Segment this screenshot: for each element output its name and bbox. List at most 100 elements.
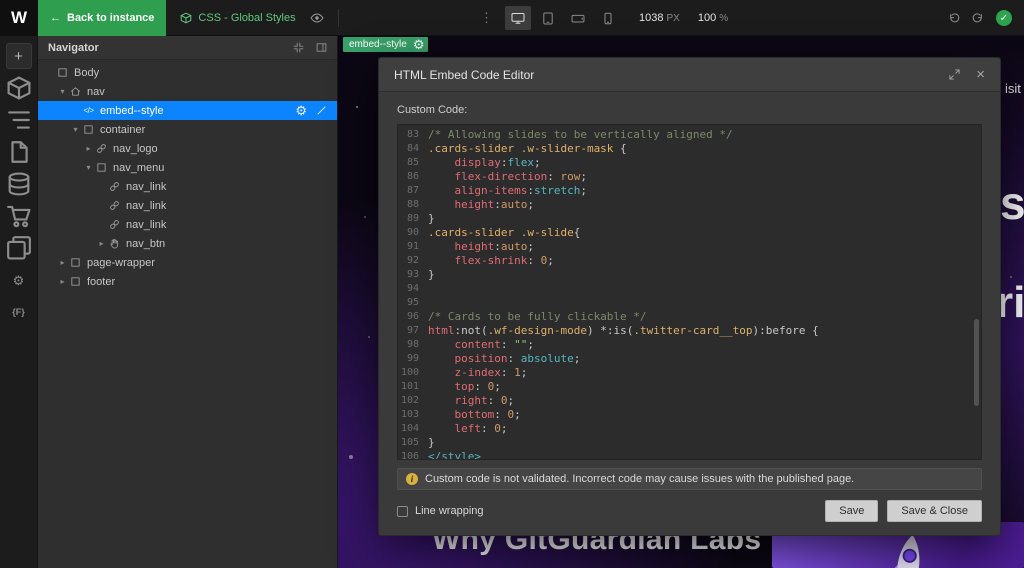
- breakpoint-monitor-button[interactable]: [505, 6, 531, 30]
- zoom-indicator[interactable]: 100%: [698, 12, 728, 24]
- line-wrapping-checkbox[interactable]: [397, 505, 408, 517]
- preview-eye-icon[interactable]: [310, 13, 324, 23]
- tree-item-label: nav_logo: [113, 142, 158, 155]
- tree-item-label: nav_link: [126, 199, 167, 212]
- modal-header: HTML Embed Code Editor ×: [379, 58, 1000, 92]
- save-close-button[interactable]: Save & Close: [887, 500, 982, 522]
- html-embed-editor-modal: HTML Embed Code Editor × Custom Code: 83…: [378, 57, 1001, 536]
- more-options-icon[interactable]: ⋮: [480, 9, 493, 27]
- canvas-width-indicator[interactable]: 1038 PX: [639, 12, 680, 24]
- line-number: 83: [406, 129, 419, 140]
- settings-icon[interactable]: ⚙: [6, 267, 32, 293]
- tree-expand-icon[interactable]: ▸: [57, 277, 68, 286]
- code-content: bottom: 0;: [454, 408, 521, 421]
- ecommerce-icon[interactable]: [6, 203, 32, 229]
- link-icon: [107, 200, 122, 211]
- embed-icon: </>: [83, 105, 94, 115]
- tree-expand-icon[interactable]: ▸: [96, 239, 107, 248]
- code-line: 104 left: 0;: [398, 422, 981, 436]
- tree-item-label: nav_btn: [126, 237, 166, 250]
- tree-expand-icon[interactable]: ▾: [83, 163, 94, 172]
- tree-item-nav_btn[interactable]: ▸ nav_btn: [38, 234, 337, 253]
- breakpoint-buttons: [505, 6, 621, 30]
- code-line: 93}: [398, 268, 981, 282]
- global-styles-breadcrumb[interactable]: CSS - Global Styles: [180, 12, 296, 24]
- expand-modal-icon[interactable]: [949, 67, 960, 82]
- apps-icon[interactable]: {F}: [6, 299, 32, 325]
- no-styles-icon[interactable]: [316, 105, 327, 116]
- code-content: html:not(.wf-design-mode) *:is(.twitter-…: [428, 324, 819, 337]
- code-line: 106 </style>: [398, 450, 981, 459]
- components-icon[interactable]: [6, 75, 32, 101]
- breakpoint-phone-landscape-button[interactable]: [565, 6, 591, 30]
- editor-scrollbar[interactable]: [974, 318, 979, 406]
- undo-icon[interactable]: [948, 12, 960, 24]
- settings-icon[interactable]: ⚙: [295, 104, 307, 117]
- tree-item-nav_link[interactable]: nav_link: [38, 196, 337, 215]
- save-button[interactable]: Save: [825, 500, 879, 522]
- pages-icon[interactable]: [6, 139, 32, 165]
- breakpoint-phone-portrait-button[interactable]: [595, 6, 621, 30]
- tree-item-actions: ⚙: [295, 104, 337, 117]
- code-line: 88 height:auto;: [398, 198, 981, 212]
- publish-check-icon[interactable]: ✓: [996, 10, 1012, 26]
- code-line: 101 top: 0;: [398, 380, 981, 394]
- zoom-value: 100: [697, 12, 717, 24]
- tree-item-label: nav_menu: [113, 161, 165, 174]
- line-number: 93: [406, 269, 419, 280]
- line-number: 85: [406, 157, 419, 168]
- navigator-icon[interactable]: [6, 107, 32, 133]
- tree-item-container[interactable]: ▾ container: [38, 120, 337, 139]
- line-number: 89: [406, 213, 419, 224]
- tree-expand-icon[interactable]: ▸: [83, 144, 94, 153]
- tree-item-nav_logo[interactable]: ▸ nav_logo: [38, 139, 337, 158]
- line-number: 84: [406, 143, 419, 154]
- tree-item-footer[interactable]: ▸ footer: [38, 272, 337, 291]
- panel-toggle-icon[interactable]: [316, 42, 327, 53]
- modal-footer: Line wrapping Save Save & Close: [397, 499, 982, 523]
- add-icon[interactable]: +: [5, 43, 32, 69]
- webflow-logo[interactable]: W: [0, 0, 38, 36]
- back-to-instance-button[interactable]: ← Back to instance: [38, 0, 167, 36]
- code-content: .cards-slider .w-slide{: [428, 226, 581, 239]
- redo-icon[interactable]: [972, 12, 984, 24]
- box-icon: [94, 162, 109, 173]
- cms-icon[interactable]: [6, 171, 32, 197]
- tree-item-label: nav: [87, 85, 105, 98]
- code-content: flex-shrink: 0;: [454, 254, 554, 267]
- code-content: }: [428, 212, 435, 225]
- tree-item-page-wrapper[interactable]: ▸ page-wrapper: [38, 253, 337, 272]
- close-icon[interactable]: ×: [976, 67, 985, 82]
- hand-icon: [107, 238, 122, 249]
- code-content: content: "";: [454, 338, 534, 351]
- home-icon: [68, 86, 83, 97]
- tree-item-nav_link[interactable]: nav_link: [38, 177, 337, 196]
- topbar-divider: [337, 8, 339, 27]
- code-line: 89}: [398, 212, 981, 226]
- assets-icon[interactable]: [6, 235, 32, 261]
- tree-item-label: nav_link: [126, 180, 167, 193]
- line-number: 94: [406, 283, 419, 294]
- tree-expand-icon[interactable]: ▸: [57, 258, 68, 267]
- code-editor[interactable]: 83 /* Allowing slides to be vertically al…: [397, 124, 982, 460]
- element-settings-icon[interactable]: ⚙: [413, 38, 425, 51]
- page-nav-fragment: isit: [1005, 81, 1021, 96]
- tree-item-Body[interactable]: Body: [38, 63, 337, 82]
- tree-item-nav_menu[interactable]: ▾ nav_menu: [38, 158, 337, 177]
- breakpoint-tablet-button[interactable]: [535, 6, 561, 30]
- code-line: 95: [398, 296, 981, 310]
- tree-item-embed--style[interactable]: </> embed--style ⚙: [38, 101, 337, 120]
- line-number: 92: [406, 255, 419, 266]
- collapse-all-icon[interactable]: [293, 42, 304, 53]
- box-icon: [81, 124, 96, 135]
- navigator-header-icons: [281, 42, 327, 53]
- tree-item-nav_link[interactable]: nav_link: [38, 215, 337, 234]
- code-line: 86 flex-direction: row;: [398, 170, 981, 184]
- code-content: height:auto;: [454, 198, 535, 211]
- code-content: right: 0;: [454, 394, 515, 407]
- tree-item-nav[interactable]: ▾ nav: [38, 82, 337, 101]
- tree-expand-icon[interactable]: ▾: [70, 125, 81, 134]
- code-line: 85 display:flex;: [398, 156, 981, 170]
- selected-element-tag[interactable]: embed--style ⚙: [343, 37, 429, 52]
- tree-expand-icon[interactable]: ▾: [57, 87, 68, 96]
